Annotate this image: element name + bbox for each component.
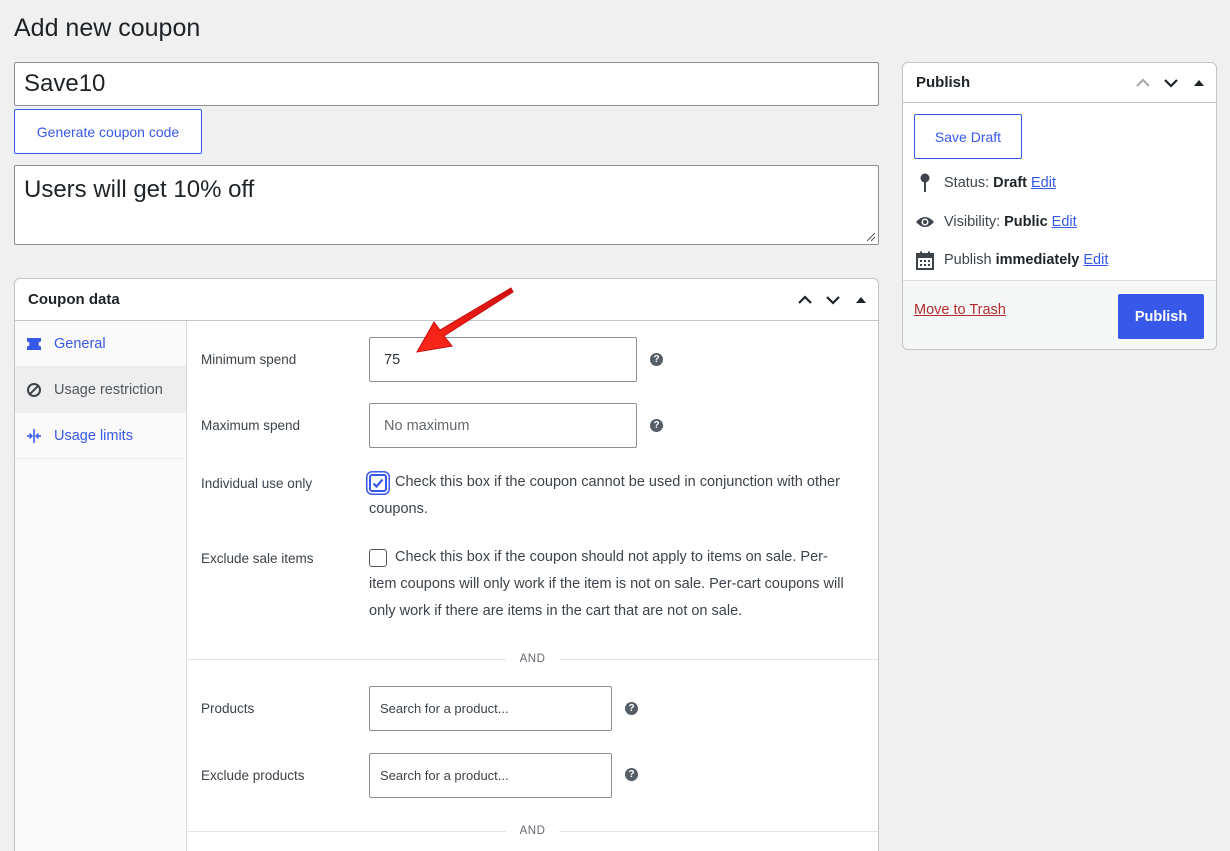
limits-icon — [25, 427, 43, 445]
visibility-edit-link[interactable]: Edit — [1052, 214, 1077, 230]
maximum-spend-label: Maximum spend — [201, 418, 301, 433]
publish-footer: Move to Trash Publish — [903, 280, 1216, 349]
help-icon[interactable]: ? — [650, 419, 663, 432]
schedule-edit-link[interactable]: Edit — [1083, 252, 1108, 268]
coupon-description-textarea[interactable]: Users will get 10% off — [14, 165, 879, 245]
status-edit-link[interactable]: Edit — [1031, 175, 1056, 191]
exclude-sale-items-label: Exclude sale items — [201, 551, 314, 566]
coupon-data-title: Coupon data — [28, 291, 120, 308]
move-down-icon[interactable] — [1160, 72, 1182, 94]
save-draft-button[interactable]: Save Draft — [914, 114, 1022, 159]
publish-header: Publish — [903, 63, 1216, 103]
tab-usage-restriction[interactable]: Usage restriction — [15, 367, 186, 413]
status-label: Status: — [944, 175, 990, 191]
exclude-sale-items-description: Check this box if the coupon should not … — [369, 549, 844, 619]
move-to-trash-link[interactable]: Move to Trash — [914, 302, 1006, 318]
collapse-toggle-icon[interactable] — [1188, 72, 1210, 94]
pin-icon — [915, 173, 935, 193]
tab-general-label: General — [54, 335, 106, 352]
and-separator: AND — [187, 653, 878, 665]
resize-grip-icon[interactable] — [865, 231, 876, 242]
status-row: Status: Draft Edit — [915, 173, 1056, 193]
tab-usage-restriction-label: Usage restriction — [54, 381, 163, 398]
coupon-data-box: Coupon data General Usage restriction Us… — [14, 278, 879, 851]
minimum-spend-label: Minimum spend — [201, 352, 297, 367]
page-title: Add new coupon — [14, 14, 201, 42]
publish-button[interactable]: Publish — [1118, 294, 1204, 339]
eye-icon — [915, 212, 935, 232]
schedule-value: immediately — [995, 252, 1080, 268]
visibility-row: Visibility: Public Edit — [915, 212, 1077, 232]
ticket-icon — [25, 335, 43, 353]
generate-coupon-code-button[interactable]: Generate coupon code — [14, 109, 202, 154]
coupon-code-input[interactable]: Save10 — [14, 62, 879, 106]
visibility-label: Visibility: — [944, 214, 1001, 230]
publish-title: Publish — [916, 74, 971, 91]
schedule-row: Publish immediately Edit — [915, 250, 1108, 270]
minimum-spend-input[interactable]: 75 — [369, 337, 637, 382]
coupon-data-header: Coupon data — [15, 279, 878, 321]
help-icon[interactable]: ? — [625, 768, 638, 781]
tab-usage-limits[interactable]: Usage limits — [15, 413, 186, 459]
and-separator: AND — [187, 825, 878, 837]
calendar-icon — [915, 250, 935, 270]
schedule-label: Publish — [944, 252, 992, 268]
products-label: Products — [201, 701, 255, 716]
coupon-data-tabs: General Usage restriction Usage limits — [15, 321, 187, 851]
publish-box: Publish Save Draft Status: Draft Edit Vi… — [902, 62, 1217, 350]
move-down-icon[interactable] — [822, 289, 844, 311]
maximum-spend-input[interactable]: No maximum — [369, 403, 637, 448]
coupon-description-text: Users will get 10% off — [24, 176, 255, 203]
block-icon — [25, 381, 43, 399]
help-icon[interactable]: ? — [650, 353, 663, 366]
usage-restriction-panel: Minimum spend 75 ? Maximum spend No maxi… — [187, 321, 878, 851]
move-up-icon[interactable] — [1132, 72, 1154, 94]
tab-usage-limits-label: Usage limits — [54, 427, 133, 444]
products-search-input[interactable]: Search for a product... — [369, 686, 612, 731]
exclude-products-search-input[interactable]: Search for a product... — [369, 753, 612, 798]
individual-use-description: Check this box if the coupon cannot be u… — [369, 474, 840, 517]
exclude-products-label: Exclude products — [201, 768, 305, 783]
visibility-value: Public — [1004, 214, 1048, 230]
tab-general[interactable]: General — [15, 321, 186, 367]
individual-use-label: Individual use only — [201, 476, 313, 491]
help-icon[interactable]: ? — [625, 702, 638, 715]
page: Add new coupon Save10 Generate coupon co… — [0, 0, 1230, 851]
status-value: Draft — [993, 175, 1027, 191]
move-up-icon[interactable] — [794, 289, 816, 311]
collapse-toggle-icon[interactable] — [850, 289, 872, 311]
